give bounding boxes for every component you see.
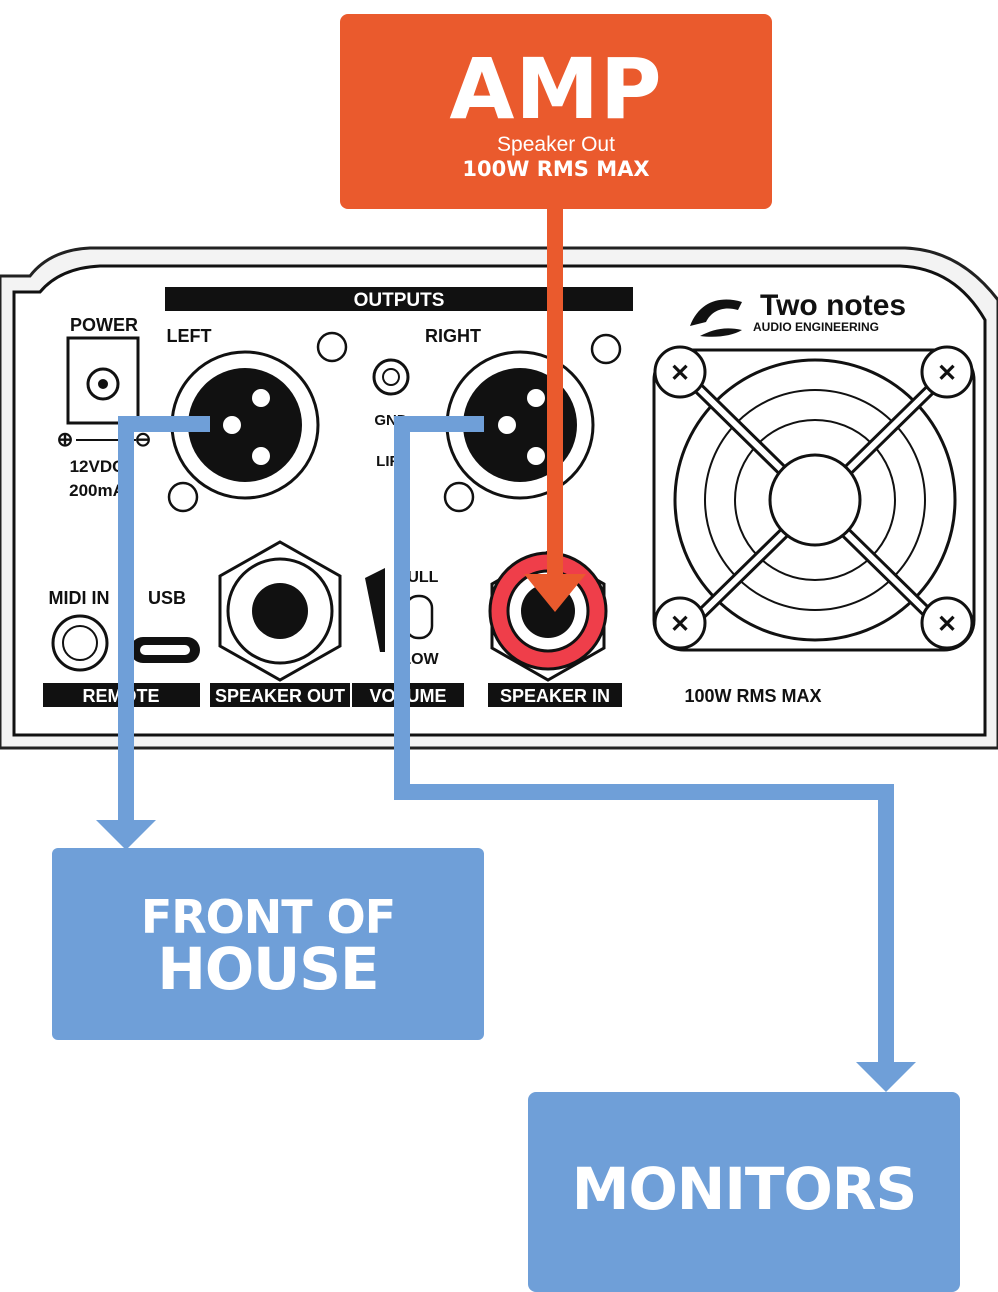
left-xlr-pin	[252, 447, 270, 465]
left-xlr-pin	[223, 416, 241, 434]
midi-label: MIDI IN	[49, 588, 110, 608]
left-label: LEFT	[167, 326, 212, 346]
amp-max-rating: 100W RMS MAX	[462, 157, 650, 181]
right-label: RIGHT	[425, 326, 481, 346]
fan-screw-icon-glyph: ✕	[937, 360, 957, 387]
brand-subtitle: AUDIO ENGINEERING	[753, 320, 879, 334]
speaker-out-jack-hole	[252, 583, 308, 639]
amp-title: AMP	[449, 40, 663, 138]
monitors-label: MONITORS	[571, 1155, 917, 1223]
power-current: 200mA	[69, 481, 125, 500]
right-xlr-pin	[527, 389, 545, 407]
power-label: POWER	[70, 315, 138, 335]
amp-box: AMP Speaker Out 100W RMS MAX	[340, 14, 772, 209]
fan-hub	[768, 453, 862, 547]
power-voltage: 12VDC	[70, 457, 125, 476]
amp-subtitle: Speaker Out	[497, 133, 615, 156]
front-of-house-box: FRONT OF HOUSE	[52, 848, 484, 1040]
monitors-box: MONITORS	[528, 1092, 960, 1292]
brand-name: Two notes	[760, 289, 906, 322]
power-minus-icon: ⊖	[135, 429, 152, 451]
fan-screw-icon-glyph: ✕	[937, 611, 957, 638]
right-xlr-pin	[527, 447, 545, 465]
fan-screw-icon-glyph: ✕	[670, 360, 690, 387]
foh-label-line1: FRONT OF	[140, 890, 396, 944]
left-xlr-pin	[252, 389, 270, 407]
left-xlr-screw-icon	[316, 331, 348, 363]
usb-c-port-inner	[140, 645, 190, 655]
left-xlr-screw-icon	[167, 481, 199, 513]
power-jack-pin	[98, 379, 108, 389]
speaker-out-label: SPEAKER OUT	[215, 686, 345, 706]
speaker-in-label: SPEAKER IN	[500, 686, 610, 706]
right-xlr-screw-icon	[443, 481, 475, 513]
panel-max-rating: 100W RMS MAX	[684, 686, 821, 706]
right-xlr-pin	[498, 416, 516, 434]
outputs-label: OUTPUTS	[354, 290, 445, 311]
power-plus-icon: ⊕	[57, 429, 74, 451]
usb-label: USB	[148, 588, 186, 608]
ground-lift-switch-core	[382, 368, 400, 386]
midi-in-jack-core	[62, 625, 98, 661]
right-xlr-screw-icon	[590, 333, 622, 365]
foh-label-line2: HOUSE	[157, 935, 379, 1003]
fan-screw-icon-glyph: ✕	[670, 611, 690, 638]
